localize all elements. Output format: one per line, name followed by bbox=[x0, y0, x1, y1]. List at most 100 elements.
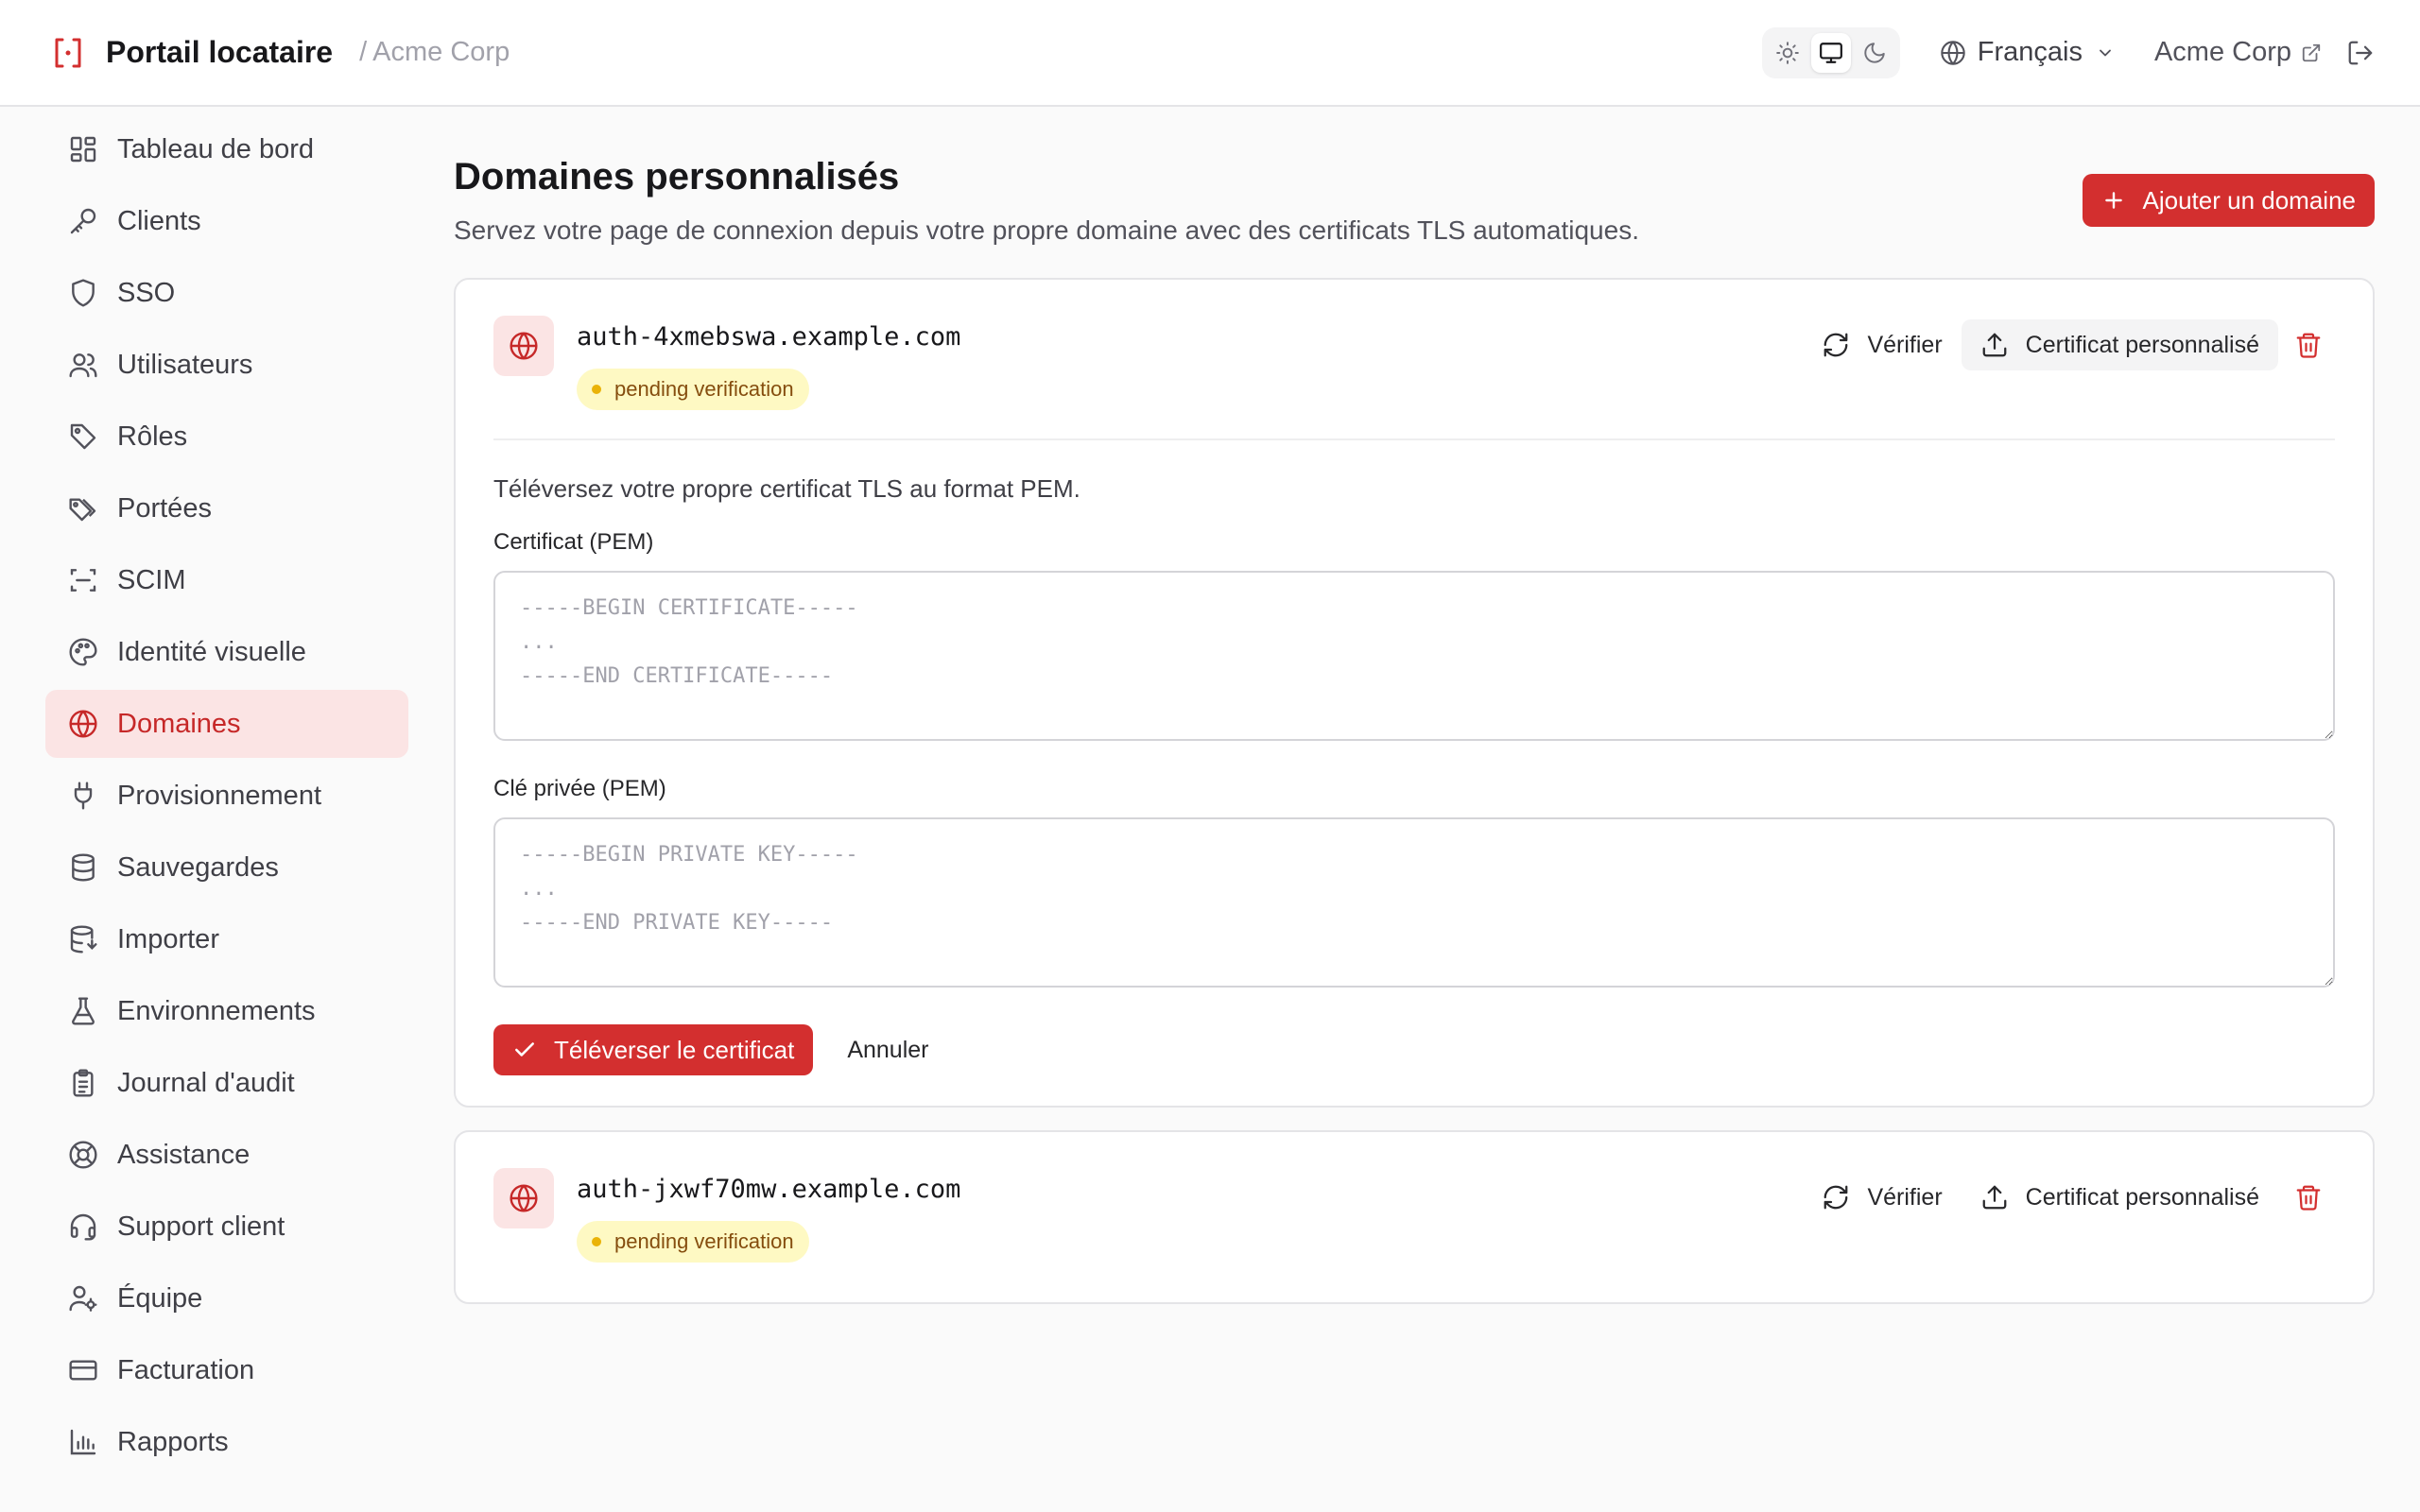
custom-certificate-button[interactable]: Certificat personnalisé bbox=[1961, 319, 2278, 370]
sidebar-item-label: SSO bbox=[117, 277, 176, 308]
sidebar-item-users[interactable]: Utilisateurs bbox=[45, 331, 408, 399]
custom-certificate-label: Certificat personnalisé bbox=[2025, 1183, 2259, 1211]
tags-icon bbox=[69, 498, 96, 522]
scan-icon bbox=[70, 569, 96, 592]
sidebar-item-team[interactable]: Équipe bbox=[45, 1264, 408, 1332]
sidebar-item-backups[interactable]: Sauvegardes bbox=[45, 833, 408, 902]
database-icon bbox=[72, 853, 95, 882]
chevron-down-icon bbox=[2100, 49, 2111, 56]
theme-light-button[interactable] bbox=[1768, 33, 1807, 73]
sidebar-item-label: Équipe bbox=[117, 1282, 203, 1314]
upload-icon bbox=[1982, 1185, 2007, 1210]
refresh-icon bbox=[1824, 1185, 1848, 1210]
main-content: Domaines personnalisés Servez votre page… bbox=[454, 151, 2375, 1304]
certificate-textarea[interactable] bbox=[493, 571, 2335, 741]
breadcrumb-tenant: Acme Corp bbox=[372, 37, 510, 67]
add-domain-button[interactable]: Ajouter un domaine bbox=[2082, 174, 2375, 227]
card-divider bbox=[493, 438, 2335, 440]
sidebar-item-reports[interactable]: Rapports bbox=[45, 1408, 408, 1476]
sidebar-item-label: Assistance bbox=[117, 1139, 251, 1170]
sidebar-item-label: Facturation bbox=[117, 1354, 255, 1385]
clipboard-icon bbox=[73, 1069, 94, 1097]
status-badge: pending verification bbox=[577, 369, 809, 410]
sidebar-item-label: Journal d'audit bbox=[117, 1067, 295, 1098]
verify-button[interactable]: Vérifier bbox=[1803, 1172, 1961, 1223]
brand: Portail locataire / Acme Corp bbox=[49, 34, 510, 72]
monitor-icon bbox=[1819, 42, 1842, 63]
headset-icon bbox=[70, 1213, 96, 1241]
sidebar-item-clients[interactable]: Clients bbox=[45, 187, 408, 255]
sun-icon bbox=[1775, 41, 1799, 64]
delete-domain-button[interactable] bbox=[2282, 319, 2335, 370]
sidebar-item-label: Domaines bbox=[117, 708, 241, 739]
bar-chart-icon bbox=[70, 1429, 96, 1455]
globe-icon bbox=[69, 710, 97, 738]
page-subtitle: Servez votre page de connexion depuis vo… bbox=[454, 215, 1639, 245]
tag-icon bbox=[70, 423, 96, 450]
sidebar-item-environments[interactable]: Environnements bbox=[45, 977, 408, 1045]
theme-switcher bbox=[1761, 26, 1900, 78]
sidebar-item-audit-log[interactable]: Journal d'audit bbox=[45, 1049, 408, 1117]
globe-icon bbox=[510, 1184, 538, 1212]
cancel-button[interactable]: Annuler bbox=[847, 1037, 928, 1064]
sidebar-item-branding[interactable]: Identité visuelle bbox=[45, 618, 408, 686]
sidebar-item-billing[interactable]: Facturation bbox=[45, 1336, 408, 1404]
certificate-label: Certificat (PEM) bbox=[493, 529, 654, 555]
sidebar-item-scopes[interactable]: Portées bbox=[45, 474, 408, 542]
theme-system-button[interactable] bbox=[1810, 32, 1851, 73]
domain-name: auth-4xmebswa.example.com bbox=[577, 322, 961, 352]
sidebar-item-label: Identité visuelle bbox=[117, 636, 306, 667]
private-key-textarea[interactable] bbox=[493, 817, 2335, 988]
certificate-upload-form: Téléversez votre propre certificat TLS a… bbox=[493, 465, 2335, 1075]
external-link-icon bbox=[2302, 43, 2321, 61]
sidebar-item-dashboard[interactable]: Tableau de bord bbox=[45, 115, 408, 183]
sidebar-item-roles[interactable]: Rôles bbox=[45, 403, 408, 471]
sidebar: Tableau de bord Clients SSO Utilisateurs… bbox=[45, 115, 408, 1480]
sidebar-item-import[interactable]: Importer bbox=[45, 905, 408, 973]
credit-card-icon bbox=[69, 1360, 97, 1381]
check-icon bbox=[515, 1042, 534, 1057]
breadcrumb: / Acme Corp bbox=[354, 37, 510, 68]
trash-icon bbox=[2296, 333, 2321, 358]
users-icon bbox=[69, 353, 97, 378]
tenant-external-link[interactable]: Acme Corp bbox=[2154, 37, 2322, 68]
top-bar: Portail locataire / Acme Corp Français A… bbox=[0, 0, 2420, 107]
theme-dark-button[interactable] bbox=[1855, 33, 1894, 73]
dashboard-icon bbox=[70, 136, 96, 163]
plug-icon bbox=[74, 782, 93, 810]
logo-icon bbox=[55, 38, 81, 67]
sidebar-item-scim[interactable]: SCIM bbox=[45, 546, 408, 614]
flask-icon bbox=[72, 997, 95, 1025]
sidebar-item-label: Rôles bbox=[117, 421, 188, 452]
delete-domain-button[interactable] bbox=[2282, 1172, 2335, 1223]
plus-icon bbox=[2104, 192, 2122, 209]
sidebar-item-assistance[interactable]: Assistance bbox=[45, 1121, 408, 1189]
sidebar-item-domains[interactable]: Domaines bbox=[45, 690, 408, 758]
custom-certificate-button[interactable]: Certificat personnalisé bbox=[1962, 1172, 2278, 1223]
shield-icon bbox=[72, 279, 95, 307]
database-import-icon bbox=[70, 925, 97, 954]
upload-icon bbox=[1982, 333, 2007, 357]
domain-card: auth-jxwf70mw.example.com pending verifi… bbox=[454, 1130, 2375, 1304]
sidebar-item-label: Rapports bbox=[117, 1426, 229, 1457]
life-buoy-icon bbox=[69, 1141, 97, 1169]
sidebar-item-customer-support[interactable]: Support client bbox=[45, 1193, 408, 1261]
custom-certificate-label: Certificat personnalisé bbox=[2025, 331, 2259, 358]
verify-button[interactable]: Vérifier bbox=[1803, 319, 1961, 370]
sidebar-item-provisioning[interactable]: Provisionnement bbox=[45, 762, 408, 830]
key-icon bbox=[70, 208, 96, 234]
sidebar-item-label: Tableau de bord bbox=[117, 133, 314, 164]
sidebar-item-label: Clients bbox=[117, 205, 201, 236]
status-badge: pending verification bbox=[577, 1221, 809, 1263]
trash-icon bbox=[2296, 1185, 2321, 1211]
status-label: pending verification bbox=[614, 377, 794, 401]
logout-icon bbox=[2348, 41, 2373, 64]
upload-certificate-button[interactable]: Téléverser le certificat bbox=[493, 1024, 814, 1075]
sidebar-item-sso[interactable]: SSO bbox=[45, 259, 408, 327]
sidebar-item-label: Provisionnement bbox=[117, 780, 321, 811]
sidebar-item-label: Importer bbox=[117, 923, 219, 954]
logout-button[interactable] bbox=[2346, 39, 2375, 67]
language-selector[interactable]: Français bbox=[1940, 37, 2115, 68]
tenant-link-label: Acme Corp bbox=[2153, 37, 2291, 67]
private-key-label: Clé privée (PEM) bbox=[493, 776, 666, 801]
